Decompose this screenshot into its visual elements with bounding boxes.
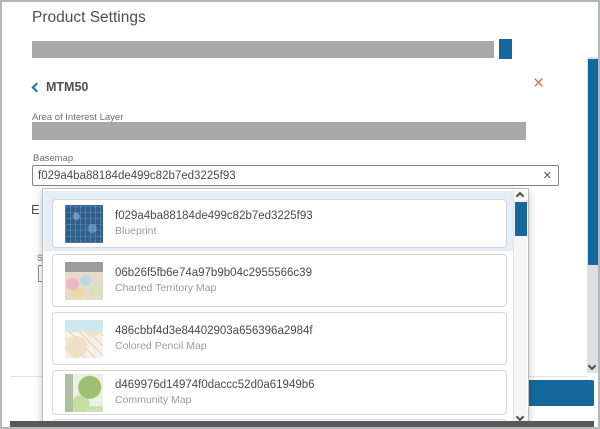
basemap-option-id: f029a4ba88184de499c82b7ed3225f93 [115,210,313,222]
clear-input-icon[interactable]: × [543,167,552,185]
basemap-option[interactable]: 486cbbf4d3e84402903a656396a2984f Colored… [52,312,507,365]
basemap-option-id: 06b26f5fb6e74a97b9b04c2955566c39 [115,267,312,279]
basemap-option-id: d469976d14974f0daccc52d0a61949b6 [115,379,315,391]
basemap-option-name: Colored Pencil Map [115,340,313,352]
dropdown-scrollbar-thumb[interactable] [515,202,527,236]
redacted-field [32,122,526,140]
basemap-option-name: Blueprint [115,225,313,237]
basemap-option[interactable]: f029a4ba88184de499c82b7ed3225f93 Bluepri… [52,199,507,248]
close-icon[interactable]: × [533,74,544,93]
dialog-scrollbar-thumb[interactable] [588,59,599,265]
colored-pencil-map-thumbnail [65,320,103,358]
back-chevron-icon [32,83,42,93]
basemap-option-name: Community Map [115,394,315,406]
basemap-option-name: Charted Territory Map [115,282,312,294]
page-title: Product Settings [32,9,146,27]
back-button[interactable]: MTM50 [32,78,102,98]
product-settings-dialog: Product Settings MTM50 × Area of Interes… [0,0,600,429]
scroll-down-icon[interactable] [516,413,524,421]
basemap-option-id: 486cbbf4d3e84402903a656396a2984f [115,325,313,337]
charted-territory-map-thumbnail [65,262,103,300]
basemap-option[interactable]: d469976d14974f0daccc52d0a61949b6 Communi… [52,370,507,415]
scroll-up-icon[interactable] [516,192,524,200]
occluded-label-fragment: E [31,202,40,217]
blueprint-map-thumbnail [65,205,103,243]
redacted-field [32,41,494,58]
redacted-accent-block [499,39,512,59]
dropdown-scrollbar[interactable] [513,190,527,429]
basemap-option[interactable]: 06b26f5fb6e74a97b9b04c2955566c39 Charted… [52,254,507,307]
basemap-input[interactable] [32,165,559,186]
bottom-edge-bar [10,421,594,429]
scroll-down-icon[interactable] [588,362,596,370]
back-label: MTM50 [46,80,88,94]
basemap-label: Basemap [33,153,73,164]
community-map-thumbnail [65,374,103,412]
basemap-dropdown: f029a4ba88184de499c82b7ed3225f93 Bluepri… [42,188,529,429]
dialog-scrollbar[interactable] [587,57,600,373]
